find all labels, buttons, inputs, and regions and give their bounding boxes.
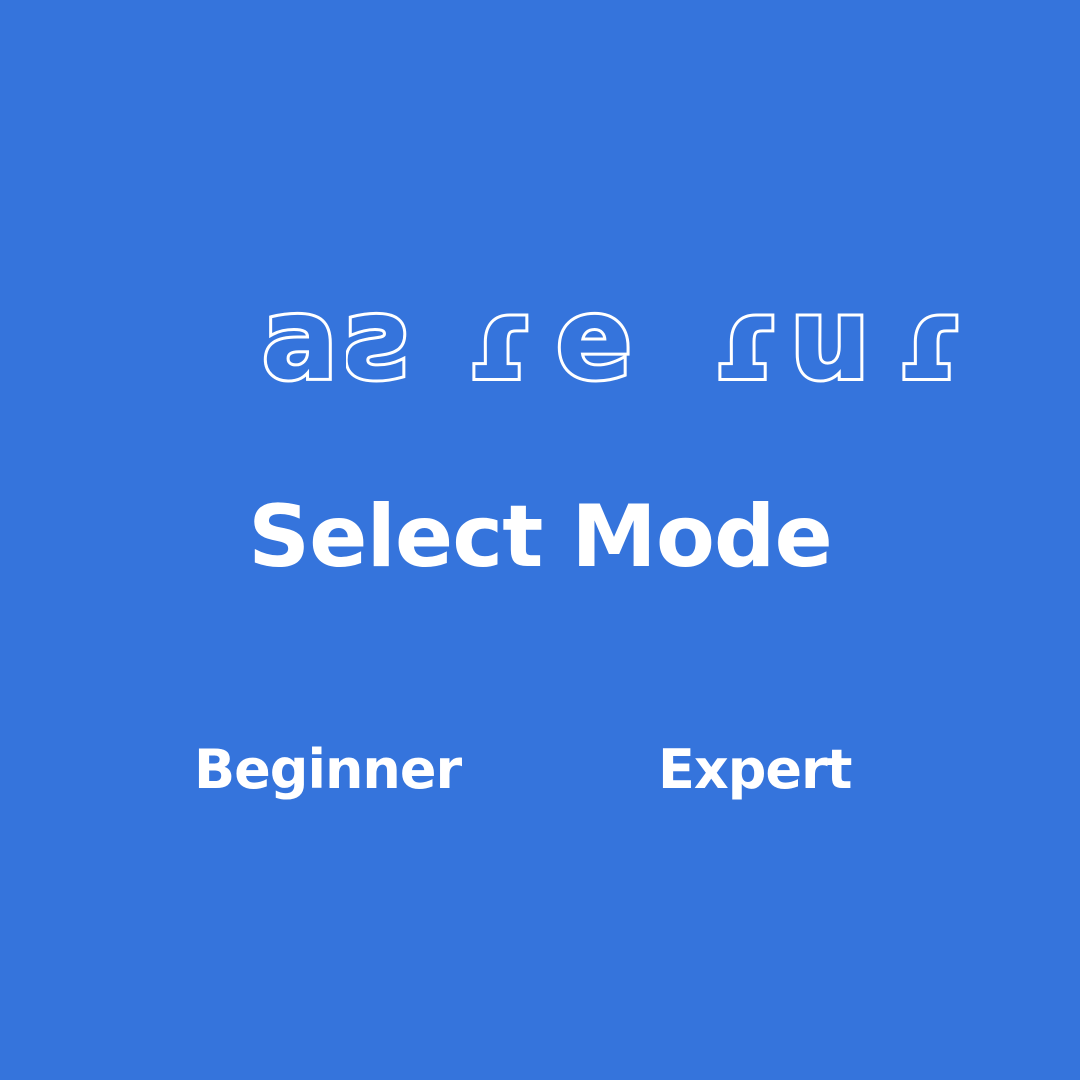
logo-letter: ƨ xyxy=(346,285,413,395)
mode-select-screen: a ƨ ɾ e ɾ u ɾ Select Mode Beginner Exper… xyxy=(0,0,1080,1080)
expert-mode-button[interactable]: Expert xyxy=(654,730,855,810)
game-logo: a ƨ ɾ e ɾ u ɾ xyxy=(250,285,963,395)
logo-letter: ɾ xyxy=(466,285,533,395)
logo-letter: e xyxy=(556,285,632,395)
logo-letter: a xyxy=(262,285,338,395)
beginner-mode-button[interactable]: Beginner xyxy=(190,730,465,810)
logo-letter: u xyxy=(790,285,870,395)
logo-letter: ɾ xyxy=(712,285,779,395)
logo-letter: ɾ xyxy=(896,285,963,395)
page-title: Select Mode xyxy=(248,487,833,587)
